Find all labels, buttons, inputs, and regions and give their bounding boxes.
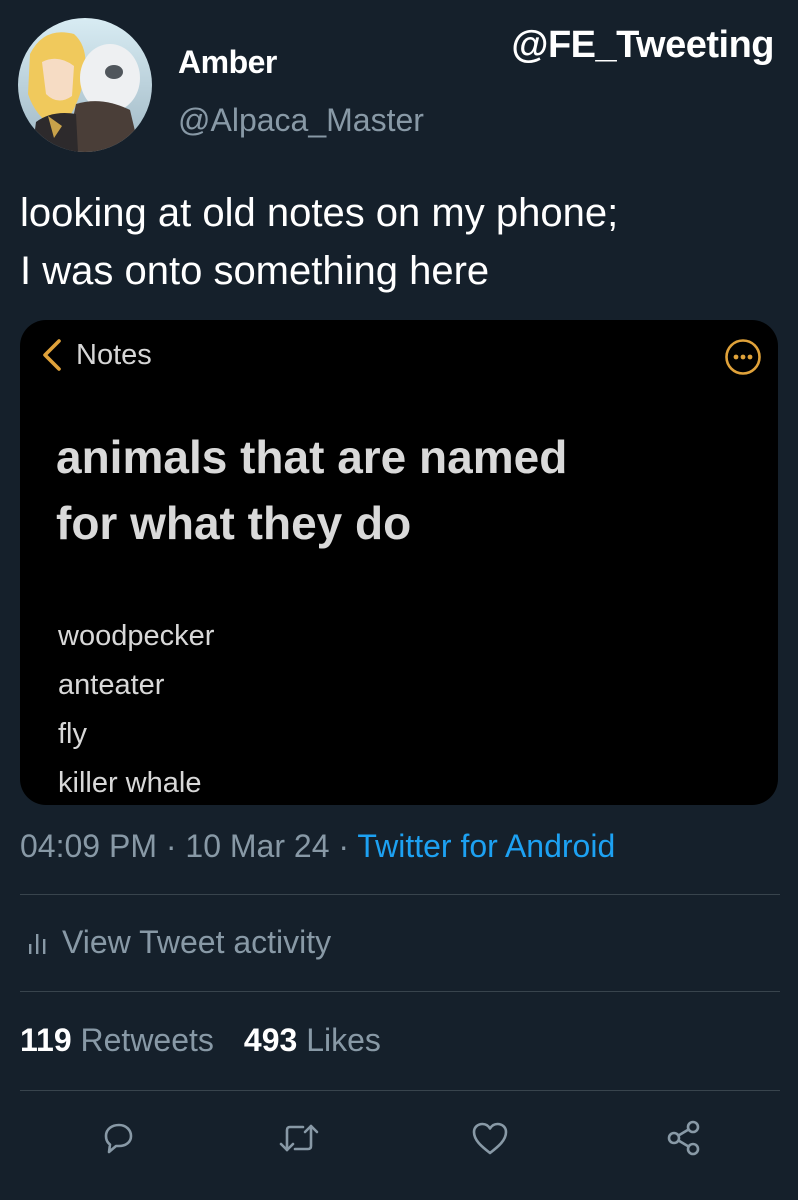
tweet-source-link[interactable]: Twitter for Android bbox=[357, 828, 615, 864]
notes-back-label: Notes bbox=[76, 338, 152, 371]
tweet-text-line: looking at old notes on my phone; bbox=[20, 191, 619, 235]
tweet-date: 10 Mar 24 bbox=[185, 828, 330, 864]
more-icon bbox=[725, 339, 761, 375]
retweet-button[interactable] bbox=[277, 1116, 321, 1160]
view-tweet-activity-label: View Tweet activity bbox=[62, 924, 332, 960]
like-icon bbox=[472, 1122, 508, 1155]
note-title: animals that are named for what they do bbox=[56, 424, 746, 556]
reply-icon bbox=[104, 1123, 133, 1154]
share-icon bbox=[667, 1120, 700, 1156]
tweet-time: 04:09 PM bbox=[20, 828, 157, 864]
note-title-line: for what they do bbox=[56, 497, 412, 549]
watermark: @FE_Tweeting bbox=[511, 24, 774, 66]
tweet-image[interactable]: Notes animals that are named for what the… bbox=[20, 320, 778, 805]
divider bbox=[20, 1090, 780, 1091]
avatar[interactable] bbox=[18, 18, 152, 152]
note-list: woodpecker anteater fly killer whale bbox=[58, 612, 214, 805]
retweets-stat[interactable]: 119 Retweets bbox=[20, 1022, 214, 1058]
tweet-actions bbox=[0, 1116, 798, 1160]
note-item: killer whale bbox=[58, 767, 202, 799]
chevron-left-icon bbox=[43, 339, 61, 371]
likes-label: Likes bbox=[306, 1022, 381, 1058]
bar-chart-icon bbox=[29, 933, 46, 954]
likes-count: 493 bbox=[243, 1022, 298, 1058]
likes-stat[interactable]: 493 Likes bbox=[244, 1022, 381, 1058]
retweets-count: 119 bbox=[20, 1022, 72, 1058]
divider bbox=[20, 991, 780, 992]
tweet-text: looking at old notes on my phone; I was o… bbox=[20, 184, 780, 300]
view-tweet-activity-button[interactable]: View Tweet activity bbox=[26, 924, 331, 961]
note-title-line: animals that are named bbox=[56, 431, 568, 483]
like-button[interactable] bbox=[468, 1116, 512, 1160]
reply-button[interactable] bbox=[96, 1116, 140, 1160]
notes-back-button: Notes bbox=[42, 338, 152, 372]
display-name[interactable]: Amber bbox=[178, 44, 277, 81]
note-item: anteater bbox=[58, 669, 165, 701]
note-item: fly bbox=[58, 718, 87, 750]
avatar-image bbox=[18, 18, 152, 152]
tweet-metadata: 04:09 PM · 10 Mar 24 · Twitter for Andro… bbox=[20, 828, 615, 865]
tweet-stats: 119 Retweets 493 Likes bbox=[20, 1022, 381, 1059]
tweet-text-line: I was onto something here bbox=[20, 249, 490, 293]
note-item: woodpecker bbox=[58, 620, 215, 652]
retweets-label: Retweets bbox=[80, 1022, 214, 1058]
separator-dot: · bbox=[338, 828, 350, 864]
separator-dot: · bbox=[165, 828, 177, 864]
share-button[interactable] bbox=[662, 1116, 706, 1160]
retweet-icon bbox=[279, 1124, 319, 1152]
divider bbox=[20, 894, 780, 895]
username-handle[interactable]: @Alpaca_Master bbox=[178, 102, 424, 139]
